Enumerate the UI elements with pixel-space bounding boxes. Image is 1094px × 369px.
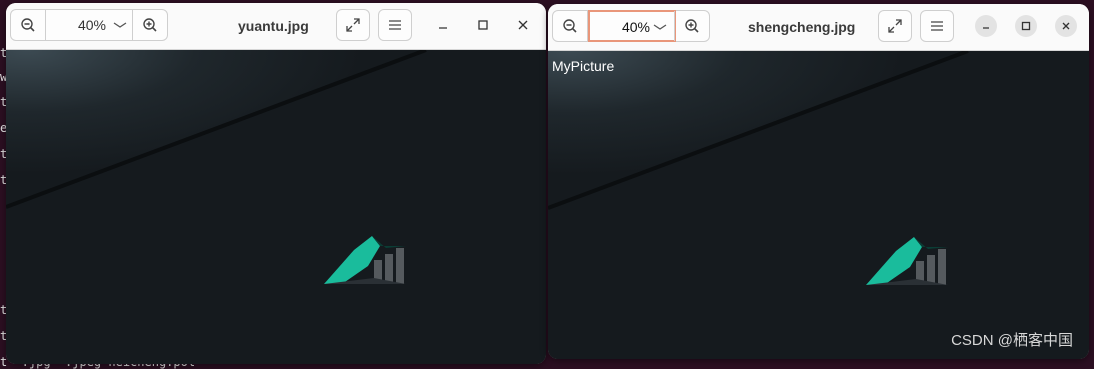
menu-button[interactable] [920, 10, 954, 42]
zoom-value: 40% [77, 17, 106, 33]
minimize-button[interactable] [975, 15, 997, 37]
menu-icon [389, 20, 401, 30]
zoom-out-icon [21, 18, 35, 32]
close-button[interactable] [1055, 15, 1077, 37]
image-viewer-window-yuantu: 40% yuantu.jpg [6, 3, 546, 364]
maximize-icon [1021, 21, 1031, 31]
image-background [548, 51, 1089, 359]
window-title: shengcheng.jpg [748, 19, 856, 35]
zoom-value: 40% [621, 19, 650, 35]
image-canvas [6, 50, 546, 364]
close-icon [518, 20, 528, 30]
close-button[interactable] [512, 14, 534, 36]
overlay-text: MyPicture [552, 58, 615, 74]
maximize-button[interactable] [472, 14, 494, 36]
logo-icon [866, 237, 948, 285]
image-canvas: MyPicture CSDN @栖客中国 [548, 51, 1089, 359]
zoom-out-button[interactable] [11, 10, 46, 40]
minimize-icon [439, 27, 447, 29]
fullscreen-icon [346, 18, 360, 32]
zoom-out-button[interactable] [553, 11, 588, 41]
headerbar: 40% yuantu.jpg [6, 3, 546, 50]
logo-icon [324, 236, 406, 284]
zoom-in-button[interactable] [132, 10, 167, 40]
window-title: yuantu.jpg [238, 18, 309, 34]
zoom-level-entry[interactable]: 40% [588, 10, 676, 42]
menu-icon [931, 21, 943, 31]
zoom-level-entry[interactable]: 40% [46, 10, 134, 40]
image-background [6, 50, 546, 364]
menu-button[interactable] [378, 9, 412, 41]
minimize-button[interactable] [432, 14, 454, 36]
zoom-in-icon [685, 19, 699, 33]
fullscreen-button[interactable] [336, 9, 370, 41]
maximize-icon [478, 20, 488, 30]
zoom-control: 40% [10, 9, 168, 41]
headerbar: 40% shengcheng.jpg [548, 4, 1089, 51]
close-icon [1062, 22, 1070, 30]
image-viewer-window-shengcheng: 40% shengcheng.jpg MyPicture CSDN @栖客中国 [548, 4, 1089, 359]
zoom-out-icon [563, 19, 577, 33]
fullscreen-button[interactable] [878, 10, 912, 42]
zoom-in-button[interactable] [674, 11, 709, 41]
minimize-icon [983, 27, 989, 29]
zoom-in-icon [143, 18, 157, 32]
maximize-button[interactable] [1015, 15, 1037, 37]
fullscreen-icon [888, 19, 902, 33]
watermark: CSDN @栖客中国 [951, 332, 1073, 349]
chevron-down-icon[interactable] [652, 19, 668, 35]
chevron-down-icon[interactable] [112, 17, 128, 33]
zoom-control: 40% [552, 10, 710, 42]
